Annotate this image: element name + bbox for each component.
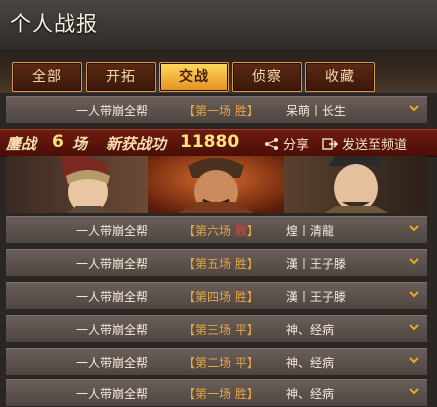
report-row[interactable]: 一人带崩全帮 【第六场 败】 煌丨清龍: [6, 216, 427, 244]
report-game: 【第六场 败】: [183, 224, 259, 238]
result-win: 胜: [234, 290, 247, 304]
report-row[interactable]: 一人带崩全帮 【第五场 胜】 漢丨王子滕: [6, 249, 427, 277]
report-title: 一人带崩全帮: [76, 290, 149, 304]
tab-all[interactable]: 全部: [12, 62, 82, 92]
result-win: 胜: [234, 257, 247, 271]
report-game: 【第一场 胜】: [183, 387, 259, 401]
chevron-down-icon[interactable]: [407, 353, 421, 367]
chevron-down-icon[interactable]: [407, 287, 421, 301]
report-game: 【第三场 平】: [183, 323, 259, 337]
report-title: 一人带崩全帮: [76, 257, 149, 271]
report-opponents: 神、经病: [286, 387, 335, 401]
report-opponents: 神、经病: [286, 323, 335, 337]
report-row[interactable]: 一人带崩全帮 【第二场 平】 神、经病: [6, 348, 427, 376]
tab-scout[interactable]: 侦察: [232, 62, 302, 92]
report-title: 一人带崩全帮: [76, 323, 149, 337]
share-button[interactable]: 分享: [283, 134, 309, 153]
chevron-down-icon[interactable]: [407, 101, 421, 115]
summary-unit: 场: [72, 135, 88, 153]
hero-portrait-right: [284, 156, 427, 213]
report-title: 一人带崩全帮: [76, 356, 149, 370]
chevron-down-icon[interactable]: [407, 254, 421, 268]
merit-value: 11880: [180, 132, 240, 152]
share-icon[interactable]: [264, 136, 280, 155]
report-row[interactable]: 一人带崩全帮 【第四场 胜】 漢丨王子滕: [6, 282, 427, 310]
send-channel-icon[interactable]: [322, 136, 339, 155]
tab-explore[interactable]: 开拓: [86, 62, 156, 92]
report-title: 一人带崩全帮: [76, 104, 149, 118]
report-row[interactable]: 一人带崩全帮 【第三场 平】 神、经病: [6, 315, 427, 343]
summary-prefix: 鏖战: [6, 135, 37, 153]
report-row-expanded[interactable]: 一人带崩全帮 【第一场 胜】 呆萌丨长生: [6, 96, 427, 124]
result-draw: 平: [234, 356, 247, 370]
tab-bar: 全部 开拓 交战 侦察 收藏: [0, 50, 437, 93]
report-game: 【第四场 胜】: [183, 290, 259, 304]
report-title: 一人带崩全帮: [76, 387, 149, 401]
header-bar: 个人战报: [0, 0, 437, 50]
report-opponents: 煌丨清龍: [286, 224, 335, 238]
tab-battle[interactable]: 交战: [159, 62, 229, 92]
chevron-down-icon[interactable]: [407, 384, 421, 398]
tab-favorites[interactable]: 收藏: [305, 62, 375, 92]
chevron-down-icon[interactable]: [407, 221, 421, 235]
report-opponents: 漢丨王子滕: [286, 290, 347, 304]
hero-portrait-left: [6, 156, 148, 213]
report-game: 【第五场 胜】: [183, 257, 259, 271]
report-game: 【第二场 平】: [183, 356, 259, 370]
report-title: 一人带崩全帮: [76, 224, 149, 238]
result-draw: 平: [234, 323, 247, 337]
battle-summary-bar: 鏖战 6 场 新获战功 11880 分享 发送至频道: [0, 129, 437, 157]
report-opponents: 神、经病: [286, 356, 335, 370]
report-opponents: 漢丨王子滕: [286, 257, 347, 271]
report-opponents: 呆萌丨长生: [286, 104, 347, 118]
merit-label: 新获战功: [106, 135, 167, 153]
send-to-channel-button[interactable]: 发送至频道: [342, 134, 407, 153]
battle-count: 6: [52, 132, 64, 152]
report-game: 【第一场 胜】: [183, 104, 259, 118]
chevron-down-icon[interactable]: [407, 320, 421, 334]
hero-portrait-center: [148, 156, 284, 213]
result-win: 胜: [234, 387, 247, 401]
result-lose: 败: [234, 224, 247, 238]
page-title: 个人战报: [10, 12, 98, 36]
hero-portraits-strip: [6, 156, 427, 213]
report-row[interactable]: 一人带崩全帮 【第一场 胜】 神、经病: [6, 379, 427, 407]
